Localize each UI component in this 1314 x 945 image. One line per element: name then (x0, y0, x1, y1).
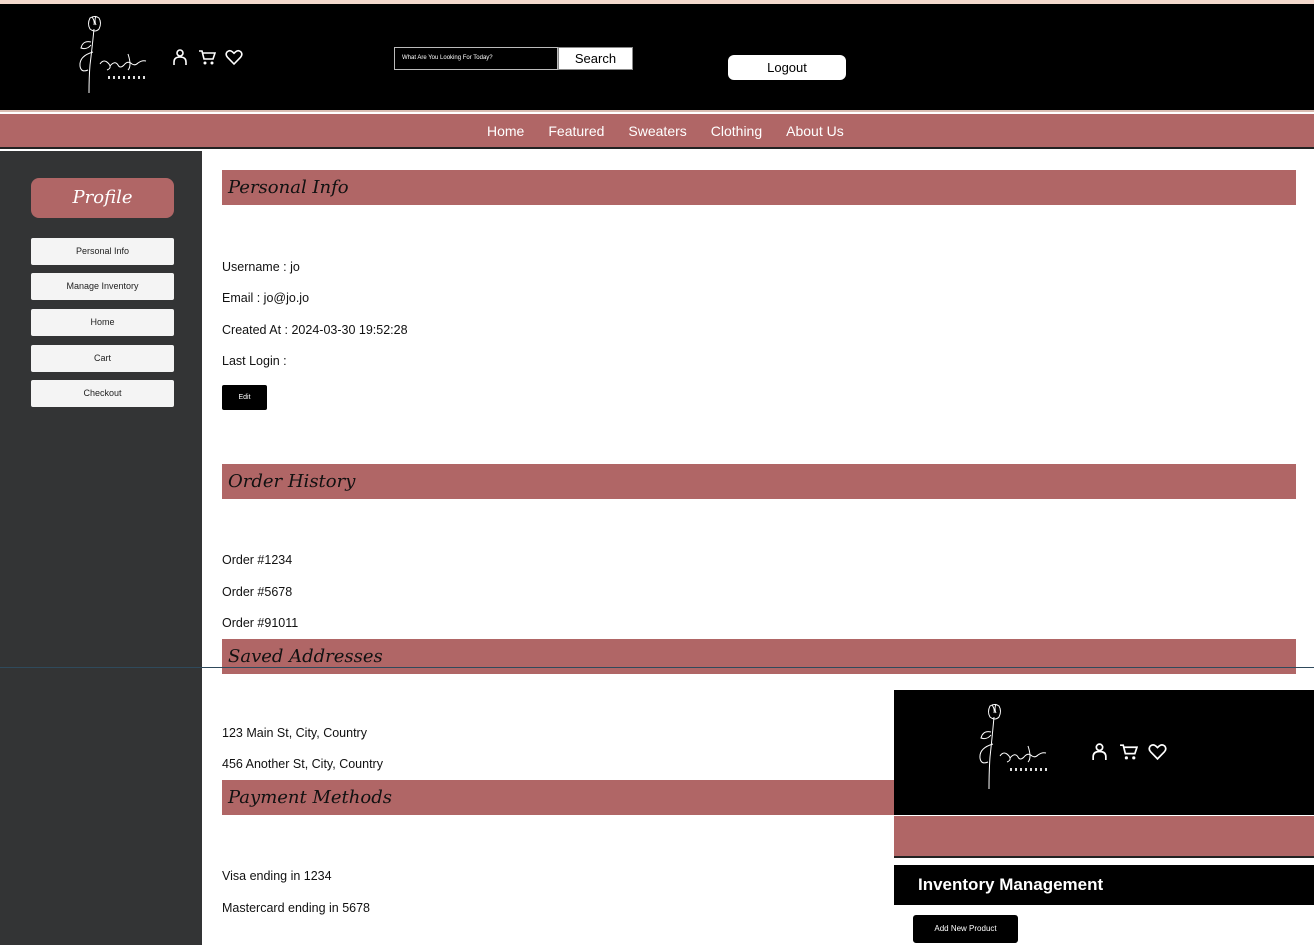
personal-info-heading: Personal Info (222, 170, 1296, 205)
search-input[interactable]: What Are You Looking For Today? (394, 47, 558, 70)
rose-logo-icon[interactable] (70, 12, 156, 96)
nav-item-sweaters[interactable]: Sweaters (628, 123, 686, 139)
heart-icon[interactable] (225, 48, 243, 66)
list-item[interactable]: Order #5678 (222, 585, 292, 599)
saved-addresses-heading: Saved Addresses (222, 639, 1296, 674)
list-item[interactable]: Order #1234 (222, 553, 292, 567)
sidebar-item-home[interactable]: Home (31, 309, 174, 336)
inset-header (894, 690, 1314, 815)
sidebar-item-checkout[interactable]: Checkout (31, 380, 174, 407)
profile-sidebar: Profile Personal Info Manage Inventory H… (0, 151, 202, 945)
main-nav: Home Featured Sweaters Clothing About Us (0, 114, 1314, 149)
sidebar-item-cart[interactable]: Cart (31, 345, 174, 372)
rose-logo-icon[interactable] (970, 700, 1058, 794)
profile-title: Profile (31, 178, 174, 218)
inventory-title: Inventory Management (894, 865, 1314, 905)
username-text: Username : jo (222, 260, 300, 274)
list-item[interactable]: Order #91011 (222, 616, 298, 630)
user-icon[interactable] (1090, 742, 1109, 761)
last-login-text: Last Login : (222, 354, 287, 368)
inset-nav-bar (894, 816, 1314, 858)
nav-item-clothing[interactable]: Clothing (711, 123, 762, 139)
cart-icon[interactable] (198, 48, 217, 66)
list-item: Visa ending in 1234 (222, 869, 332, 883)
nav-item-featured[interactable]: Featured (548, 123, 604, 139)
list-item: 123 Main St, City, Country (222, 726, 367, 740)
header-icons (171, 48, 243, 66)
add-new-product-button[interactable]: Add New Product (913, 915, 1018, 943)
nav-item-home[interactable]: Home (487, 123, 524, 139)
sidebar-item-manage-inventory[interactable]: Manage Inventory (31, 273, 174, 300)
heart-icon[interactable] (1148, 742, 1167, 761)
cart-icon[interactable] (1119, 742, 1139, 761)
inset-header-icons (1090, 742, 1167, 761)
email-text: Email : jo@jo.jo (222, 291, 310, 305)
user-icon[interactable] (171, 48, 189, 66)
list-item: 456 Another St, City, Country (222, 757, 383, 771)
created-at-text: Created At : 2024-03-30 19:52:28 (222, 323, 408, 337)
nav-item-about-us[interactable]: About Us (786, 123, 844, 139)
sidebar-item-personal-info[interactable]: Personal Info (31, 238, 174, 265)
search-button[interactable]: Search (558, 47, 633, 70)
site-header: What Are You Looking For Today? Search L… (0, 4, 1314, 112)
logout-button[interactable]: Logout (728, 55, 846, 80)
screenshot-seam-divider (0, 667, 1314, 668)
edit-button[interactable]: Edit (222, 385, 267, 410)
list-item: Mastercard ending in 5678 (222, 901, 371, 915)
inventory-panel-inset: Inventory Management Add New Product (894, 690, 1314, 945)
order-history-heading: Order History (222, 464, 1296, 499)
